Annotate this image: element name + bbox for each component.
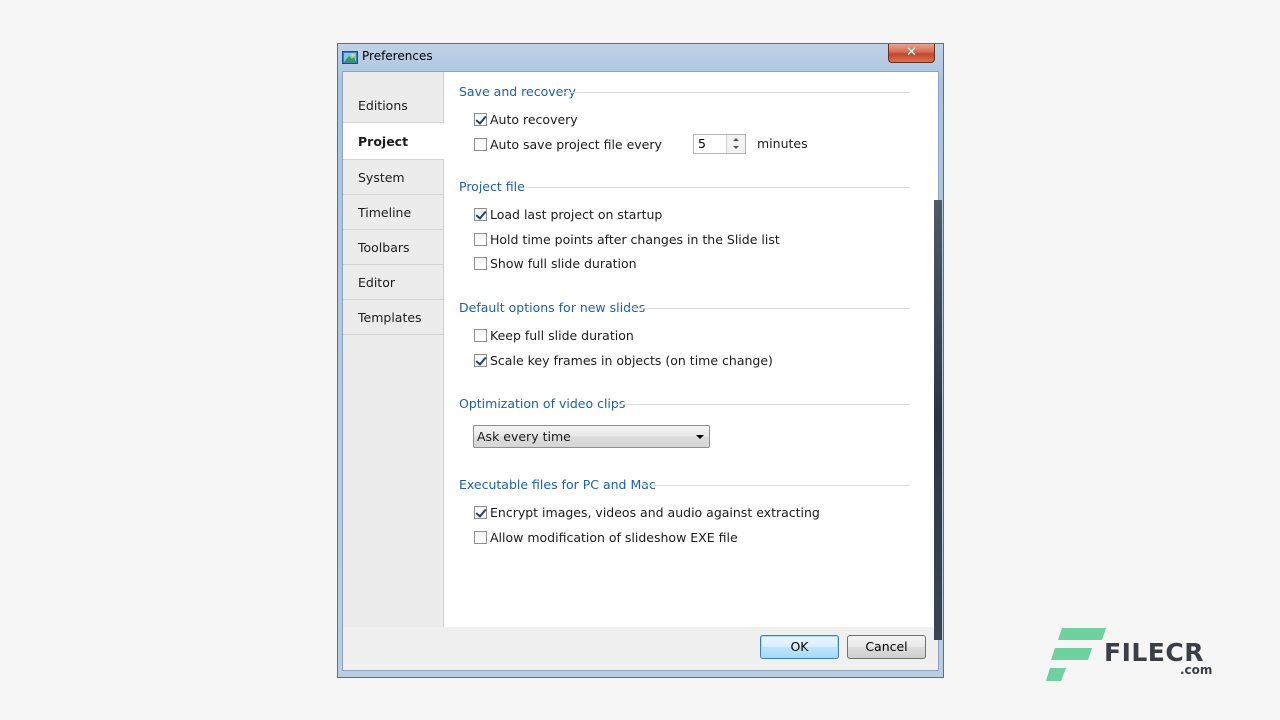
spinner-down-icon[interactable] xyxy=(727,144,745,153)
select-value: Ask every time xyxy=(477,429,571,444)
checkbox-label: Scale key frames in objects (on time cha… xyxy=(490,353,773,368)
sidebar: Editions Project System Timeline Toolbar… xyxy=(343,72,444,627)
checkbox-box xyxy=(474,257,487,270)
sidebar-item-system[interactable]: System xyxy=(343,160,443,195)
window-title: Preferences xyxy=(362,49,433,63)
project-settings-panel: Save and recovery Auto recovery Auto sav… xyxy=(444,72,938,627)
checkbox-box xyxy=(474,233,487,246)
sidebar-item-editor[interactable]: Editor xyxy=(343,265,443,300)
dialog-client: Editions Project System Timeline Toolbar… xyxy=(342,71,939,671)
section-title-optimization: Optimization of video clips xyxy=(459,396,626,411)
sidebar-item-toolbars[interactable]: Toolbars xyxy=(343,230,443,265)
spinner-value: 5 xyxy=(698,136,706,151)
minutes-label: minutes xyxy=(757,136,808,151)
checkbox-box xyxy=(474,329,487,342)
checkbox-label: Load last project on startup xyxy=(490,207,663,222)
sidebar-item-templates[interactable]: Templates xyxy=(343,300,443,335)
checkbox-box xyxy=(474,531,487,544)
video-optimization-select[interactable]: Ask every time xyxy=(473,425,710,448)
section-divider xyxy=(616,404,910,405)
section-divider xyxy=(629,308,910,309)
ok-button[interactable]: OK xyxy=(760,635,839,659)
checkbox-label: Show full slide duration xyxy=(490,256,637,271)
title-bar: Preferences ✕ xyxy=(338,44,943,70)
checkbox-box xyxy=(474,208,487,221)
filecr-logo-icon xyxy=(1046,628,1106,681)
close-button[interactable]: ✕ xyxy=(888,44,935,63)
checkbox-label: Allow modification of slideshow EXE file xyxy=(490,530,738,545)
auto-save-minutes-spinner[interactable]: 5 xyxy=(693,134,746,154)
checkbox-box xyxy=(474,113,487,126)
section-title-save-recovery: Save and recovery xyxy=(459,84,576,99)
section-title-executables: Executable files for PC and Mac xyxy=(459,477,656,492)
close-icon: ✕ xyxy=(906,45,917,60)
section-title-project-file: Project file xyxy=(459,179,525,194)
checkbox-label: Keep full slide duration xyxy=(490,328,634,343)
dialog-footer: OK Cancel xyxy=(343,627,938,670)
sidebar-item-timeline[interactable]: Timeline xyxy=(343,195,443,230)
section-title-default-options: Default options for new slides xyxy=(459,300,646,315)
checkbox-label: Auto recovery xyxy=(490,112,578,127)
checkbox-label: Auto save project file every xyxy=(490,137,662,152)
background-window-edge xyxy=(934,200,942,640)
preferences-window: Preferences ✕ Editions Project System Ti… xyxy=(337,43,944,678)
section-divider xyxy=(640,485,910,486)
section-divider xyxy=(526,187,910,188)
checkbox-box xyxy=(474,506,487,519)
section-divider xyxy=(564,92,910,93)
cancel-button[interactable]: Cancel xyxy=(847,635,926,659)
app-icon xyxy=(342,51,358,64)
checkbox-box xyxy=(474,354,487,367)
watermark-suffix: .com xyxy=(1180,663,1213,677)
sidebar-item-editions[interactable]: Editions xyxy=(343,89,443,123)
chevron-down-icon xyxy=(696,435,704,439)
checkbox-label: Hold time points after changes in the Sl… xyxy=(490,232,780,247)
spinner-buttons xyxy=(726,135,745,153)
checkbox-box xyxy=(474,138,487,151)
checkbox-label: Encrypt images, videos and audio against… xyxy=(490,505,820,520)
filecr-watermark: FILECR .com xyxy=(1046,628,1226,684)
sidebar-item-project[interactable]: Project xyxy=(343,123,444,160)
